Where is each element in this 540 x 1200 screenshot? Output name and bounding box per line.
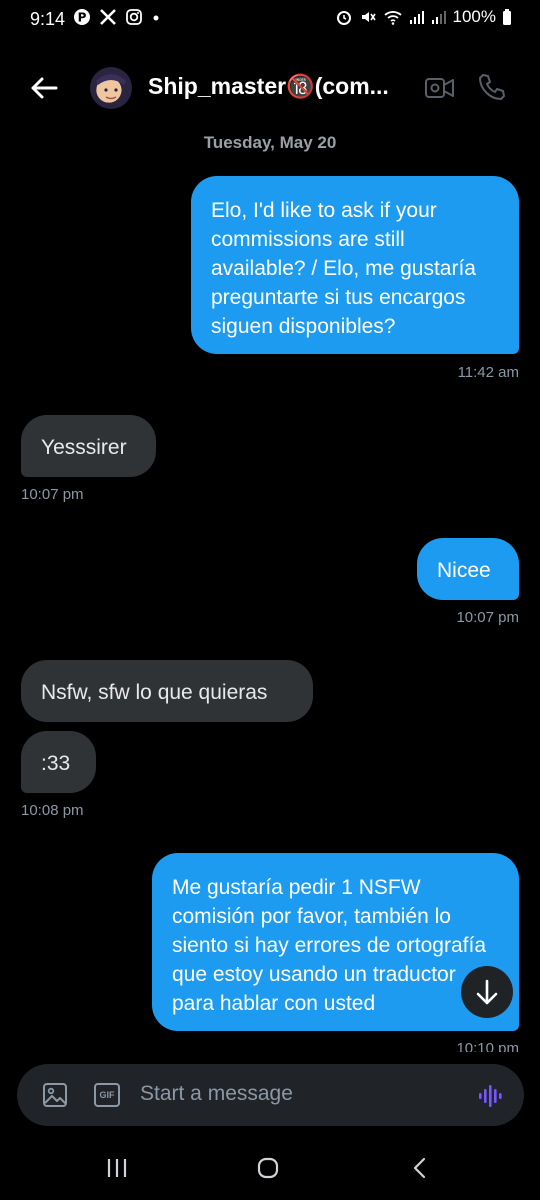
instagram-icon: [126, 9, 142, 25]
message-text: Nicee: [437, 559, 491, 582]
message-timestamp: 11:42 am: [457, 364, 519, 381]
wifi-icon: [383, 11, 402, 25]
status-notification-icons: P: [73, 8, 161, 26]
avatar-image: [96, 74, 126, 100]
home-icon[interactable]: [256, 1156, 280, 1180]
message-timestamp: 10:10 pm: [456, 1040, 519, 1052]
message-bubble-outgoing[interactable]: Nicee: [417, 538, 519, 600]
message-timestamp: 10:08 pm: [21, 802, 84, 819]
message-timestamp: 10:07 pm: [21, 486, 84, 503]
signal-icon: [409, 11, 424, 24]
message-timestamp: 10:07 pm: [456, 609, 519, 626]
battery-percent: 100%: [452, 7, 496, 26]
message-bubble-outgoing[interactable]: Elo, I'd like to ask if your commissions…: [191, 176, 519, 354]
status-bar: 9:14 P 100%: [0, 0, 540, 40]
arrow-down-icon: [476, 979, 498, 1005]
back-arrow-icon[interactable]: [28, 70, 60, 106]
message-bubble-incoming[interactable]: Yesssirer: [21, 415, 156, 477]
conversation-title[interactable]: Ship_master🔞(com...: [148, 73, 389, 100]
avatar[interactable]: [90, 67, 132, 109]
x-logo-icon: [100, 9, 116, 25]
date-separator: Tuesday, May 20: [203, 133, 337, 152]
message-bubble-incoming[interactable]: :33: [21, 731, 96, 793]
alarm-icon: [336, 11, 351, 25]
pinterest-icon: P: [74, 9, 90, 25]
gif-label: GIF: [99, 1090, 115, 1100]
phone-call-icon[interactable]: [476, 71, 508, 103]
system-navigation-bar: [0, 1140, 540, 1200]
mute-icon: [361, 12, 376, 22]
message-text: Yesssirer: [41, 436, 127, 459]
status-time: 9:14: [30, 9, 66, 29]
signal-2-icon: [431, 11, 446, 24]
recent-apps-icon[interactable]: [105, 1156, 129, 1180]
video-call-icon[interactable]: [424, 74, 456, 102]
more-notifications-dot-icon: [153, 15, 159, 21]
status-system-icons: 100%: [335, 7, 512, 27]
svg-text:P: P: [78, 11, 87, 25]
battery-icon: [503, 9, 511, 25]
scroll-to-bottom-button[interactable]: [461, 966, 513, 1018]
gif-button[interactable]: GIF: [94, 1083, 120, 1107]
message-text: Elo, I'd like to ask if your commissions…: [211, 199, 476, 338]
system-back-icon[interactable]: [408, 1156, 432, 1180]
message-text: Me gustaría pedir 1 NSFW comisión por fa…: [172, 876, 486, 1015]
message-input[interactable]: Start a message: [140, 1082, 293, 1106]
message-text: :33: [41, 752, 71, 775]
message-bubble-incoming[interactable]: Nsfw, sfw lo que quieras: [21, 660, 313, 722]
voice-message-icon[interactable]: [476, 1082, 504, 1110]
image-icon[interactable]: [42, 1082, 68, 1108]
message-text: Nsfw, sfw lo que quieras: [41, 681, 268, 704]
